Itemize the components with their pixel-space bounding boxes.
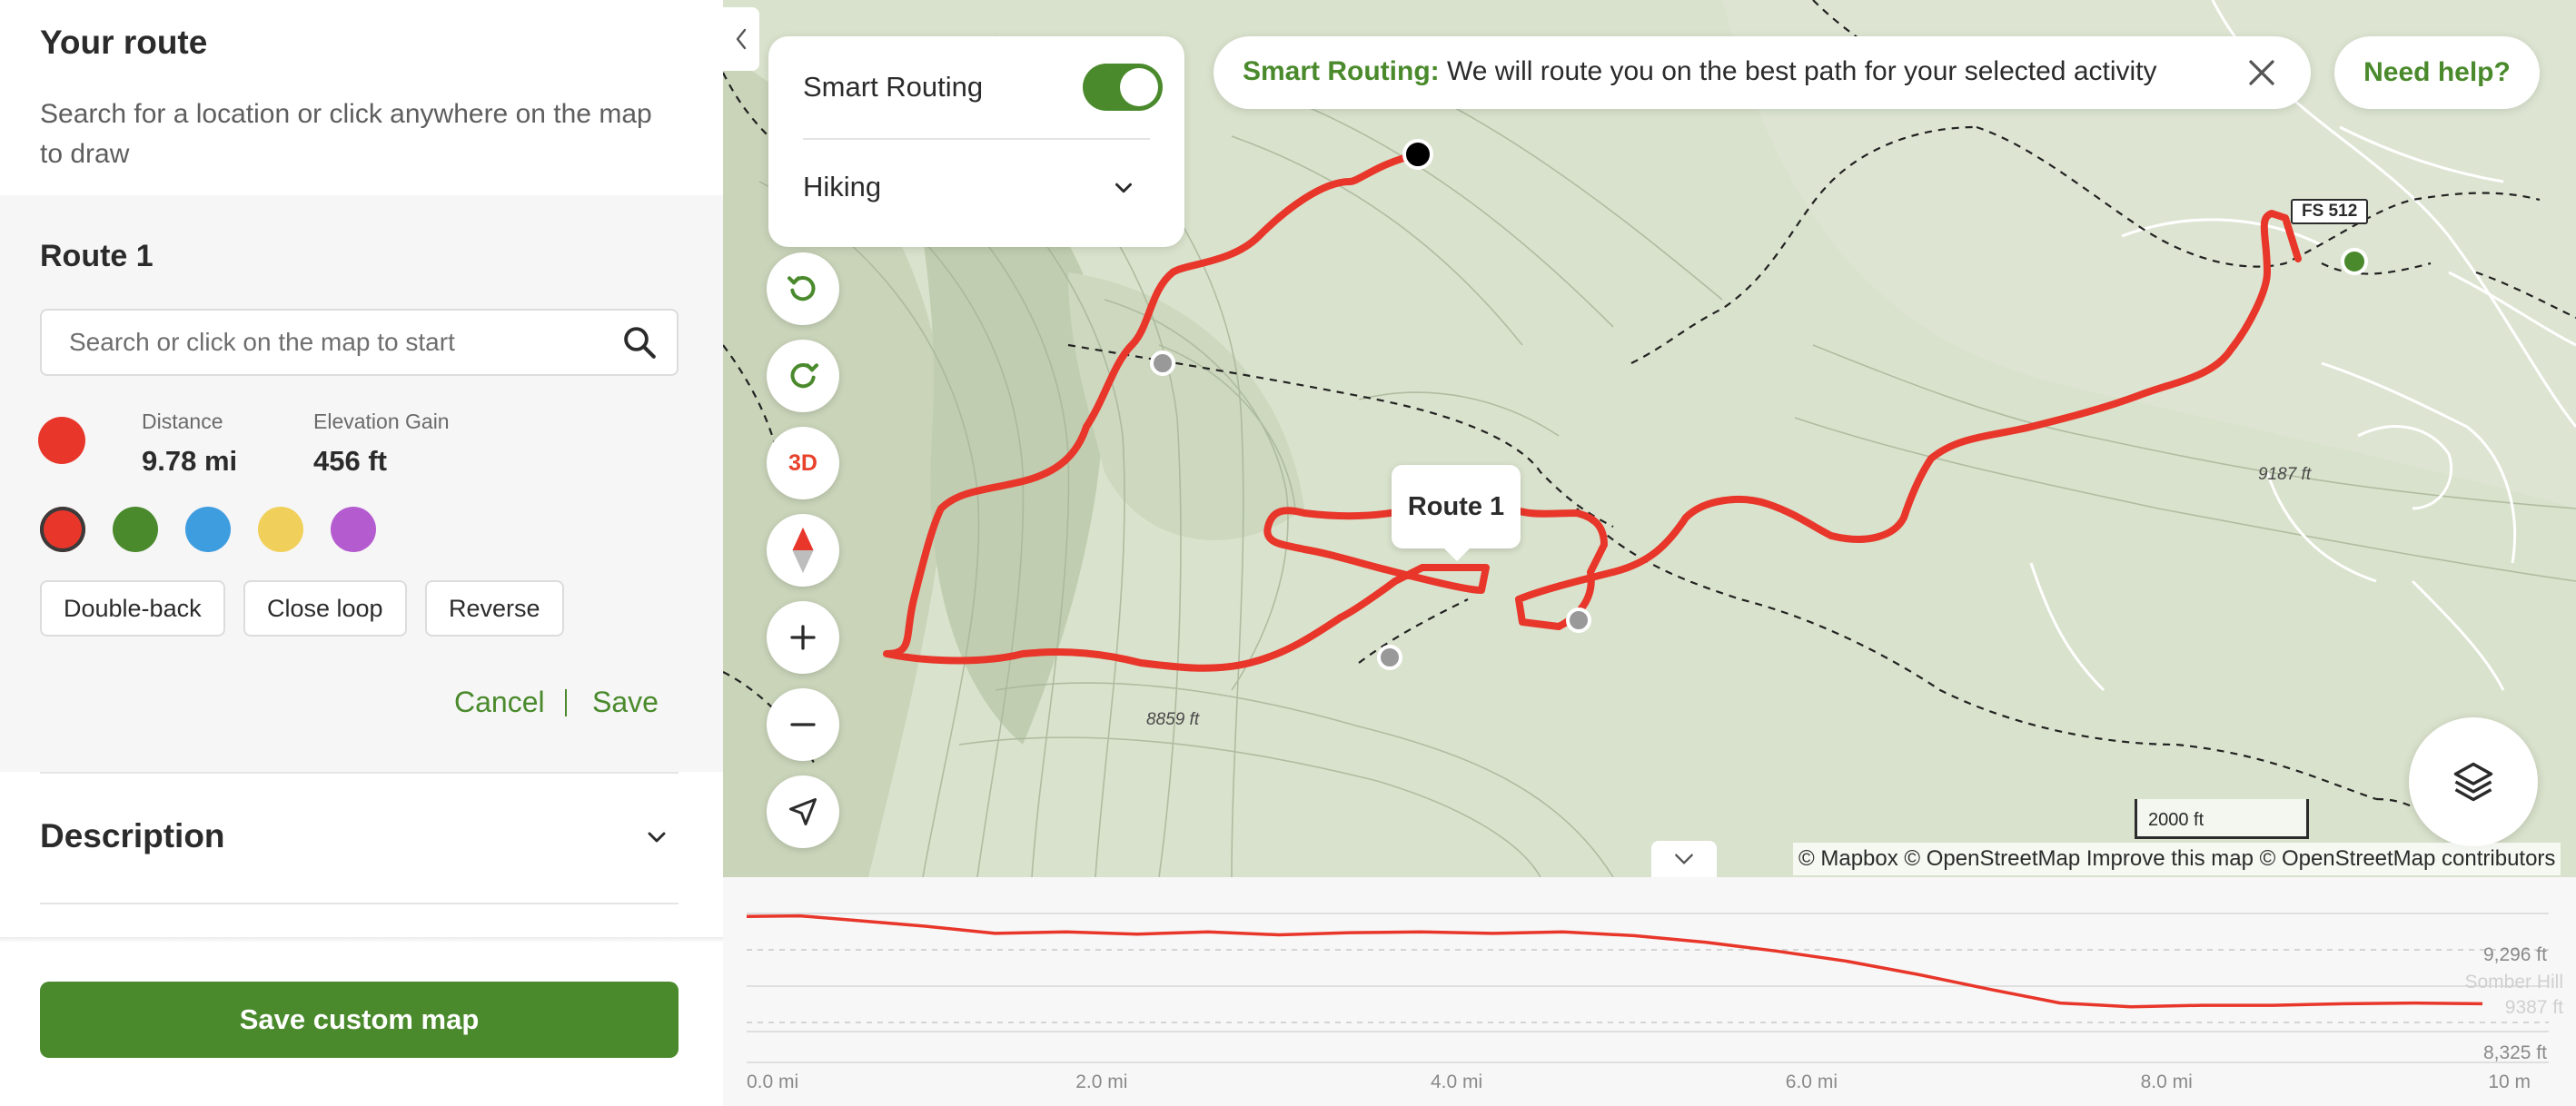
locate-icon [789,798,817,825]
3d-label: 3D [788,449,817,476]
elevation-chart[interactable]: 9,296 ft 8,325 ft Somber Hill 9387 ft 0.0 … [723,877,2576,1106]
layers-icon [2453,762,2493,802]
redo-button[interactable] [767,340,839,412]
chevron-left-icon [736,28,747,50]
elevation-series-line [746,913,2483,1009]
double-back-button[interactable]: Double-back [40,580,225,637]
footer-divider [0,937,723,943]
distance-value: 9.78 mi [142,445,238,477]
faded-map-label: Somber Hill [2464,972,2563,992]
sidebar-header: Your route Search for a location or clic… [0,0,723,195]
route-color-indicator [38,417,85,464]
smart-routing-toggle[interactable] [1083,64,1163,111]
undo-icon [788,275,816,301]
color-swatch-green[interactable] [113,507,158,552]
color-swatch-blue[interactable] [185,507,231,552]
collapse-sidebar-button[interactable] [723,7,759,71]
cancel-link[interactable]: Cancel [454,686,545,719]
zoom-out-button[interactable] [767,688,839,761]
smart-routing-card: Smart Routing Hiking [768,36,1184,247]
description-section[interactable]: Description [40,772,679,904]
map-scale-bar: 2000 ft [2135,799,2309,839]
card-divider [803,138,1150,140]
link-divider [565,689,567,716]
elevation-gain-stat: Elevation Gain 456 ft [313,410,450,478]
locate-button[interactable] [767,775,839,848]
elevation-x-tick: 8.0 mi [2141,1071,2193,1092]
route-name: Route 1 [40,239,154,273]
route-search-input[interactable] [69,311,596,374]
elevation-profile-panel: 9,296 ft 8,325 ft Somber Hill 9387 ft 0.0 … [723,877,2576,1106]
map-layers-button[interactable] [2409,717,2538,846]
road-label: FS 512 [2291,199,2369,224]
elevation-gain-label: Elevation Gain [313,410,450,433]
route-search-box [40,309,679,376]
route-card: Route 1 Distance 9.78 mi Elevation Gain … [0,195,723,772]
compass-icon [792,527,814,574]
description-heading: Description [40,817,225,854]
elevation-x-tick: 10 m [2488,1071,2531,1092]
banner-message: Smart Routing: We will route you on the … [1243,56,2157,87]
elevation-label-8859: 8859 ft [1146,710,1200,729]
banner-title: Smart Routing: [1243,56,1440,86]
route-sidebar: Your route Search for a location or clic… [0,0,723,1106]
elevation-x-tick: 6.0 mi [1786,1071,1838,1092]
toggle-elevation-chart-button[interactable] [1651,841,1717,877]
sidebar-instructions: Search for a location or click anywhere … [40,99,652,169]
3d-view-button[interactable]: 3D [767,427,839,499]
close-loop-button[interactable]: Close loop [243,580,407,637]
color-swatch-red[interactable] [40,507,85,552]
elevation-x-tick: 2.0 mi [1075,1071,1127,1092]
chevron-down-icon [1675,854,1693,864]
redo-icon [790,362,818,389]
elevation-gain-value: 456 ft [313,445,387,477]
zoom-in-button[interactable] [767,601,839,674]
need-help-button[interactable]: Need help? [2334,36,2540,109]
map-attribution[interactable]: © Mapbox © OpenStreetMap Improve this ma… [1793,843,2561,875]
elevation-label-9187: 9187 ft [2258,465,2312,484]
compass-button[interactable] [767,514,839,587]
elevation-x-tick: 0.0 mi [747,1071,798,1092]
activity-select[interactable]: Hiking [803,171,881,203]
search-icon[interactable] [620,323,659,361]
sidebar-title: Your route [40,24,208,61]
toggle-knob [1120,68,1158,106]
distance-label: Distance [142,410,223,433]
color-swatch-yellow[interactable] [258,507,303,552]
undo-button[interactable] [767,252,839,325]
elevation-x-tick: 4.0 mi [1431,1071,1482,1092]
smart-routing-label: Smart Routing [803,71,984,103]
faded-map-label: 9387 ft [2505,997,2563,1018]
close-icon[interactable] [2245,56,2278,89]
chevron-down-icon[interactable] [1110,174,1137,202]
reverse-button[interactable]: Reverse [425,580,564,637]
chevron-down-icon [648,832,666,843]
zoom-out-icon [790,723,816,726]
zoom-in-icon [790,625,816,650]
save-custom-map-button[interactable]: Save custom map [40,982,679,1058]
save-link[interactable]: Save [592,686,659,719]
banner-body: We will route you on the best path for y… [1439,56,2157,86]
smart-routing-banner: Smart Routing: We will route you on the … [1214,36,2311,109]
route-label-tooltip: Route 1 [1392,465,1521,561]
color-swatch-purple[interactable] [331,507,376,552]
distance-stat: Distance 9.78 mi [142,410,237,478]
elevation-y-label: 8,325 ft [2483,1042,2547,1063]
elevation-y-label: 9,296 ft [2483,944,2547,965]
